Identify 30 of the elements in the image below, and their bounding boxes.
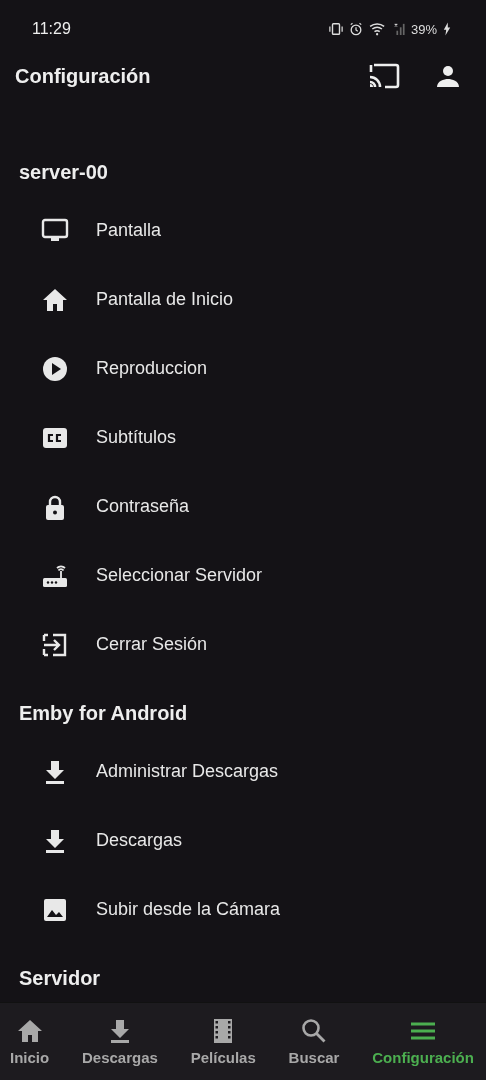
search-icon: [300, 1017, 328, 1045]
settings-item[interactable]: Reproduccion: [0, 334, 486, 403]
settings-item[interactable]: Subtítulos: [0, 403, 486, 472]
nav-tab[interactable]: Inicio: [10, 1003, 50, 1080]
nav-tab[interactable]: Configuración: [372, 1003, 474, 1080]
settings-item[interactable]: Cerrar Sesión: [0, 610, 486, 679]
settings-item[interactable]: Descargas: [0, 806, 486, 875]
clock-time: 11:29: [32, 20, 71, 38]
cast-icon[interactable]: [368, 63, 400, 89]
charging-icon: [443, 22, 451, 36]
battery-percent: 39%: [410, 21, 437, 37]
nav-tab[interactable]: Descargas: [82, 1003, 158, 1080]
alarm-icon: [348, 22, 363, 36]
vibrate-icon: [328, 22, 343, 36]
signal-icon: [392, 22, 405, 36]
wifi-icon: [368, 22, 387, 36]
section-header: server-00: [18, 160, 109, 185]
settings-item[interactable]: Seleccionar Servidor: [0, 541, 486, 610]
play-circle-icon: [41, 354, 69, 383]
nav-tab[interactable]: Películas: [190, 1003, 256, 1080]
settings-item[interactable]: Pantalla de Inicio: [0, 265, 486, 334]
section-header: Servidor: [18, 966, 102, 991]
settings-item[interactable]: Contraseña: [0, 472, 486, 541]
nav-tab[interactable]: Buscar: [288, 1003, 340, 1080]
settings-item[interactable]: Pantalla: [0, 196, 486, 265]
settings-item[interactable]: Subir desde la Cámara: [0, 875, 486, 944]
settings-item[interactable]: Administrar Descargas: [0, 737, 486, 806]
page-title: Configuración: [15, 64, 151, 88]
section-header: Emby for Android: [18, 701, 189, 726]
person-icon[interactable]: [436, 64, 460, 88]
